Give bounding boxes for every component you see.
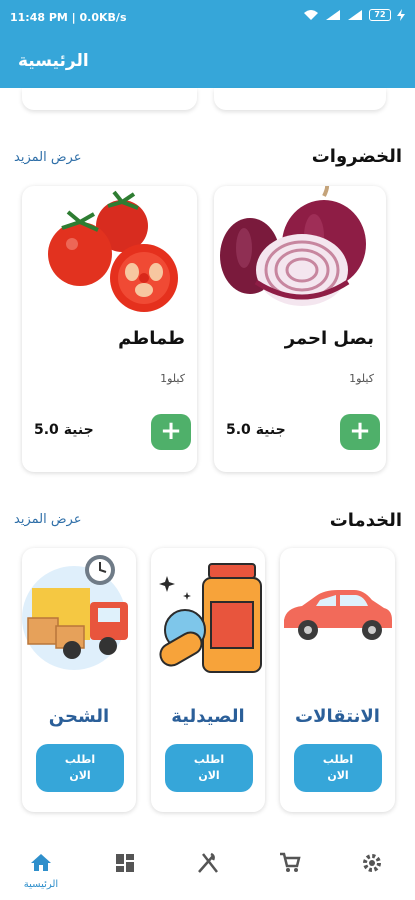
signal-icon xyxy=(325,9,341,21)
signal-icon-2 xyxy=(347,9,363,21)
product-price: 5.0 جنية xyxy=(226,422,286,438)
app-bar: الرئيسية xyxy=(0,38,415,88)
nav-restaurants[interactable] xyxy=(173,835,243,900)
page-title: الرئيسية xyxy=(18,51,89,71)
previous-card-right xyxy=(214,88,386,110)
service-card-pharmacy[interactable]: الصيدلية اطلب الان xyxy=(151,548,265,812)
product-name: بصل احمر xyxy=(284,328,374,349)
nav-categories[interactable] xyxy=(90,835,160,900)
product-unit: 1كيلو xyxy=(349,372,374,385)
status-icons: 72 xyxy=(303,9,405,21)
product-name: طماطم xyxy=(118,328,185,349)
order-now-button[interactable]: اطلب الان xyxy=(294,744,382,792)
services-see-more-link[interactable]: عرض المزيد xyxy=(14,512,81,527)
product-card-tomatoes[interactable]: طماطم 1كيلو 5.0 جنية + xyxy=(22,186,197,472)
add-to-cart-button[interactable]: + xyxy=(151,414,191,450)
car-icon xyxy=(280,548,395,688)
tomatoes-image xyxy=(22,186,197,324)
nav-settings[interactable] xyxy=(337,835,407,900)
service-name: الانتقالات xyxy=(295,706,380,727)
nav-cart[interactable] xyxy=(255,835,325,900)
service-name: الشحن xyxy=(48,706,110,727)
vegetables-section-title: الخضروات xyxy=(311,146,402,167)
red-onion-image xyxy=(214,186,386,324)
shipping-icon xyxy=(22,548,136,688)
wifi-icon xyxy=(303,9,319,21)
product-card-red-onion[interactable]: بصل احمر 1كيلو 5.0 جنية + xyxy=(214,186,386,472)
status-bar: 11:48 PM | 0.0KB/s 72 xyxy=(0,0,415,38)
battery-icon: 72 xyxy=(369,9,391,21)
service-name: الصيدلية xyxy=(171,706,245,727)
bottom-navigation: الرئيسية xyxy=(0,835,415,900)
order-now-button[interactable]: اطلب الان xyxy=(36,744,124,792)
service-card-transport[interactable]: الانتقالات اطلب الان xyxy=(280,548,395,812)
services-section-title: الخدمات xyxy=(329,510,402,531)
nav-home[interactable]: الرئيسية xyxy=(6,835,76,900)
nav-home-label: الرئيسية xyxy=(23,879,59,890)
pharmacy-icon xyxy=(151,548,265,688)
previous-card-left xyxy=(22,88,197,110)
product-unit: 1كيلو xyxy=(160,372,185,385)
vegetables-see-more-link[interactable]: عرض المزيد xyxy=(14,150,81,165)
status-time: 11:48 PM | 0.0KB/s xyxy=(10,11,127,24)
service-card-shipping[interactable]: الشحن اطلب الان xyxy=(22,548,136,812)
add-to-cart-button[interactable]: + xyxy=(340,414,380,450)
order-now-button[interactable]: اطلب الان xyxy=(165,744,253,792)
charging-icon xyxy=(397,9,405,21)
product-price: 5.0 جنية xyxy=(34,422,94,438)
